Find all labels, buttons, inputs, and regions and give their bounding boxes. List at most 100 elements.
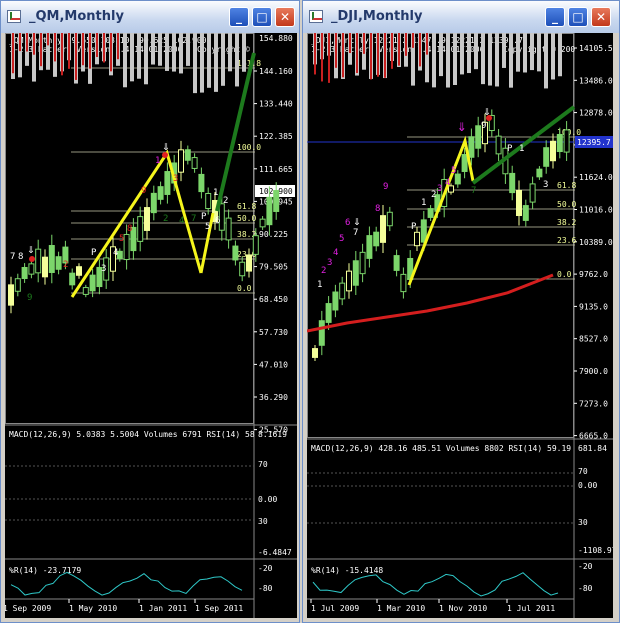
right-chart-area[interactable]: _DJI,Monthly 12221.2 12478.9 12221.2 123…	[307, 33, 613, 618]
volume-bar	[523, 33, 527, 73]
volume-bar	[537, 33, 541, 72]
current-price-label: 12395.7	[577, 138, 611, 147]
indicator-axis-label: -1108.97	[578, 546, 613, 555]
volume-bar	[207, 33, 211, 88]
wave-count-label: 7	[10, 252, 15, 262]
macd-histogram-bar	[356, 33, 358, 74]
candle-body	[14, 278, 21, 292]
macd-histogram-bar	[321, 33, 323, 82]
volume-bar	[516, 33, 520, 72]
volume-bar	[481, 33, 485, 85]
volume-bar	[228, 33, 232, 72]
left-chart-svg[interactable]: _QM,Monthly 99.650 103.100 99.625 102.90…	[5, 33, 297, 618]
wave-count-label: 1	[213, 188, 218, 198]
wave-count-label: 5	[119, 234, 124, 244]
wpr-line	[10, 571, 243, 596]
candle-body	[225, 217, 232, 241]
macd-histogram-bar	[405, 33, 407, 56]
candle-body	[386, 211, 393, 227]
volume-bar	[509, 33, 513, 88]
candle-body	[150, 192, 157, 214]
macd-histogram-bar	[47, 33, 49, 46]
price-axis-label: 133.440	[259, 100, 293, 109]
time-axis-label: 1 Jan 2011	[139, 604, 187, 613]
right-chart-svg[interactable]: _DJI,Monthly 12221.2 12478.9 12221.2 123…	[307, 33, 613, 618]
wave-count-label: 9	[27, 293, 32, 303]
wave-count-label: 1	[421, 198, 426, 208]
wpr-label: %R(14) -23.7179	[9, 566, 81, 575]
macd-histogram-bar	[335, 33, 337, 68]
close-button[interactable]: ✕	[591, 7, 611, 27]
price-axis-label: 6665.0	[579, 432, 608, 441]
volume-bar	[495, 33, 499, 87]
price-axis-label: 90.225	[259, 230, 288, 239]
macd-histogram-bar	[103, 33, 105, 63]
left-chart-window[interactable]: _QM,Monthly _ □ ✕ _QM,Monthly 99.650 103…	[0, 0, 300, 623]
macd-histogram-bar	[89, 33, 91, 69]
wpr-line	[312, 572, 559, 597]
wave-count-label: 7	[191, 214, 196, 224]
left-window-titlebar[interactable]: _QM,Monthly _ □ ✕	[1, 1, 299, 33]
price-axis-label: 7900.0	[579, 367, 608, 376]
chart-window-icon	[309, 10, 323, 23]
fib-level-label: 61.8	[557, 181, 576, 190]
minimize-button[interactable]: _	[545, 7, 565, 27]
candle-body	[178, 149, 184, 173]
fib-level-label: 38.2	[557, 218, 576, 227]
volume-bar	[432, 33, 436, 88]
candle-body	[563, 129, 570, 153]
right-window-titlebar[interactable]: _DJI,Monthly _ □ ✕	[303, 1, 619, 33]
candle-body	[509, 172, 516, 194]
wave-count-label: 3	[437, 184, 442, 194]
minimize-button[interactable]: _	[229, 7, 249, 27]
price-axis-label: 122.385	[259, 132, 293, 141]
candle-body	[123, 233, 130, 261]
time-axis-label: 1 Sep 2009	[5, 604, 51, 613]
macd-histogram-bar	[19, 33, 21, 52]
candle-body	[414, 231, 420, 247]
wave-count-label: 1	[317, 280, 322, 290]
indicator-axis-label: 681.84	[578, 444, 607, 453]
candle-body	[475, 125, 482, 149]
macd-label: MACD(12,26,9) 5.0383 5.5004 Volumes 6791…	[9, 430, 255, 439]
wave-count-label: 4	[179, 216, 184, 226]
left-chart-area[interactable]: _QM,Monthly 99.650 103.100 99.625 102.90…	[5, 33, 297, 618]
candle-body	[536, 168, 543, 178]
macd-histogram-bar	[363, 33, 365, 54]
wave-count-label: 4	[113, 248, 118, 258]
candle-body	[157, 186, 164, 200]
wave-count-label: 3	[173, 174, 178, 184]
macd-histogram-bar	[40, 33, 42, 67]
macd-histogram-bar	[26, 33, 28, 52]
candle-body	[35, 248, 42, 274]
close-button[interactable]: ✕	[275, 7, 295, 27]
macd-histogram-bar	[117, 33, 119, 60]
wave-count-label: 9	[383, 182, 388, 192]
volume-bar	[123, 33, 127, 88]
fib-level-label: 61.8	[237, 202, 256, 211]
volume-bar	[179, 33, 183, 74]
right-chart-window[interactable]: _DJI,Monthly _ □ ✕ _DJI,Monthly 12221.2 …	[302, 0, 620, 623]
maximize-button[interactable]: □	[568, 7, 588, 27]
wave-count-label: 8	[127, 224, 132, 234]
candle-body	[400, 273, 407, 293]
time-axis-label: 1 Nov 2010	[439, 604, 487, 613]
wave-count-label: 1	[155, 156, 160, 166]
price-axis-label: 68.450	[259, 295, 288, 304]
indicator-axis-label: 70	[578, 467, 588, 476]
top-price-label: 154.880	[259, 34, 293, 43]
price-axis-label: 10389.0	[579, 238, 613, 247]
indicator-axis-label: -6.4847	[258, 548, 292, 557]
candle-body	[529, 183, 536, 203]
volume-bar	[544, 33, 548, 89]
candle-body	[318, 320, 325, 346]
volume-bar	[242, 33, 246, 72]
wave-count-label: 9	[481, 121, 486, 131]
macd-histogram-bar	[328, 33, 330, 83]
maximize-button[interactable]: □	[252, 7, 272, 27]
time-axis-label: 1 Sep 2011	[195, 604, 243, 613]
candle-body	[89, 274, 96, 292]
candle-body	[48, 245, 55, 273]
signal-dot	[29, 256, 35, 262]
candle-body	[191, 157, 198, 169]
